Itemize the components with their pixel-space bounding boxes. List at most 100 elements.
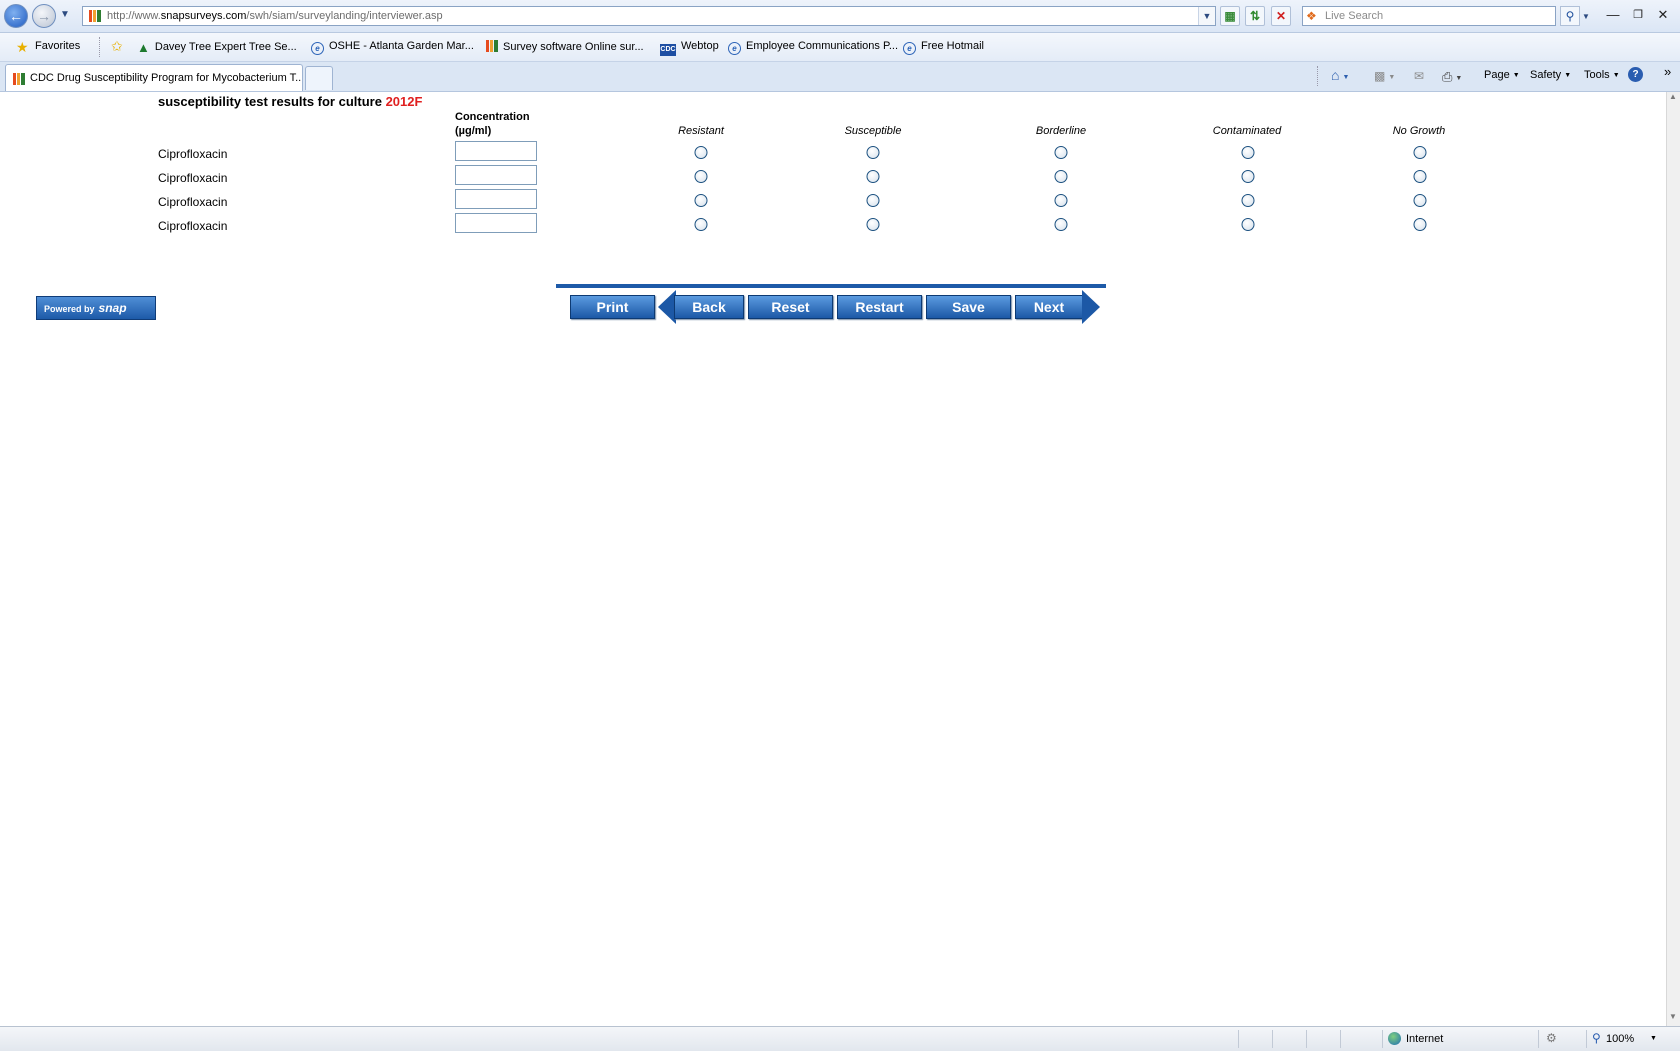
table-row: Ciprofloxacin: [0, 165, 1666, 189]
favorite-link-label: Employee Communications P...: [746, 40, 899, 52]
favorite-link-free-hotmail[interactable]: e Free Hotmail: [903, 40, 984, 55]
add-to-favorites-icon[interactable]: ✩: [111, 38, 123, 55]
refresh-icon[interactable]: ⇅: [1245, 6, 1265, 26]
stop-icon[interactable]: ✕: [1271, 6, 1291, 26]
recent-pages-dropdown-icon[interactable]: ▼: [60, 9, 70, 20]
zoom-level[interactable]: 100%: [1606, 1033, 1634, 1045]
site-favicon-icon: [89, 10, 101, 22]
address-dropdown-icon[interactable]: ▼: [1198, 7, 1215, 25]
ie-page-icon: e: [903, 42, 916, 55]
search-options-dropdown-icon[interactable]: ▼: [1582, 12, 1590, 21]
favorites-star-icon[interactable]: ★: [16, 39, 29, 56]
radio-no-growth[interactable]: [1413, 146, 1427, 159]
back-arrow-icon[interactable]: ←: [4, 4, 28, 28]
safety-menu[interactable]: Safety ▼: [1530, 69, 1571, 81]
favorite-link-webtop[interactable]: CDC Webtop: [660, 40, 719, 56]
more-commands-chevron-icon[interactable]: »: [1664, 64, 1671, 79]
page-menu[interactable]: Page ▼: [1484, 69, 1520, 81]
radio-contaminated[interactable]: [1241, 146, 1255, 159]
status-divider: [1586, 1030, 1587, 1048]
drug-name: Ciprofloxacin: [158, 171, 228, 185]
status-bar: Internet ⚙ ⚲ 100% ▼: [0, 1026, 1680, 1051]
tools-menu[interactable]: Tools ▼: [1584, 69, 1620, 81]
favorite-link-davey-tree[interactable]: ▲ Davey Tree Expert Tree Se...: [137, 40, 297, 55]
favorite-link-survey-software[interactable]: Survey software Online sur...: [486, 40, 644, 53]
back-button[interactable]: Back: [674, 295, 744, 319]
radio-susceptible[interactable]: [866, 170, 880, 183]
command-bar-divider: [1317, 66, 1318, 86]
vertical-scrollbar[interactable]: [1666, 92, 1680, 1026]
protected-mode-icon[interactable]: ⚙: [1546, 1031, 1557, 1045]
radio-no-growth[interactable]: [1413, 170, 1427, 183]
drug-name: Ciprofloxacin: [158, 219, 228, 233]
scroll-down-icon[interactable]: ▼: [1666, 1012, 1680, 1026]
address-field[interactable]: http://www.snapsurveys.com/swh/siam/surv…: [82, 6, 1216, 26]
radio-borderline[interactable]: [1054, 170, 1068, 183]
home-icon[interactable]: ⌂ ▼: [1331, 67, 1349, 83]
radio-contaminated[interactable]: [1241, 194, 1255, 207]
search-icon[interactable]: ⚲: [1560, 6, 1580, 26]
print-icon[interactable]: ⎙ ▼: [1442, 69, 1462, 85]
minimize-icon[interactable]: —: [1604, 6, 1622, 24]
close-icon[interactable]: ✕: [1654, 6, 1672, 24]
radio-no-growth[interactable]: [1413, 194, 1427, 207]
safety-menu-label: Safety: [1530, 69, 1562, 81]
column-header-resistant: Resistant: [678, 125, 724, 137]
favorites-divider: [99, 37, 100, 57]
radio-resistant[interactable]: [694, 170, 708, 183]
radio-borderline[interactable]: [1054, 218, 1068, 231]
next-button[interactable]: Next: [1015, 295, 1083, 319]
radio-borderline[interactable]: [1054, 194, 1068, 207]
radio-susceptible[interactable]: [866, 218, 880, 231]
print-button[interactable]: Print: [570, 295, 655, 319]
url-host-prefix: http://www.: [107, 10, 161, 22]
restart-button[interactable]: Restart: [837, 295, 922, 319]
button-bar-divider: [556, 284, 1106, 288]
favorites-button[interactable]: Favorites: [35, 40, 80, 52]
next-arrow-icon[interactable]: [1082, 290, 1100, 324]
radio-resistant[interactable]: [694, 146, 708, 159]
reset-button[interactable]: Reset: [748, 295, 833, 319]
page-title: susceptibility test results for culture …: [158, 94, 422, 109]
tab-active[interactable]: CDC Drug Susceptibility Program for Myco…: [5, 64, 303, 91]
concentration-input[interactable]: [455, 165, 537, 185]
concentration-input[interactable]: [455, 213, 537, 233]
favorites-bar: ★ Favorites ✩ ▲ Davey Tree Expert Tree Se…: [0, 33, 1680, 62]
status-divider: [1238, 1030, 1239, 1048]
powered-by-label: Powered by: [44, 304, 95, 314]
radio-resistant[interactable]: [694, 218, 708, 231]
compatibility-view-icon[interactable]: ▦: [1220, 6, 1240, 26]
security-zone-label[interactable]: Internet: [1406, 1033, 1443, 1045]
feeds-icon[interactable]: ▩ ▼: [1374, 69, 1395, 83]
address-toolbar: ← → ▼ http://www.snapsurveys.com/swh/sia…: [0, 0, 1680, 33]
zoom-dropdown-icon[interactable]: ▼: [1650, 1035, 1657, 1042]
status-divider: [1306, 1030, 1307, 1048]
radio-contaminated[interactable]: [1241, 170, 1255, 183]
radio-resistant[interactable]: [694, 194, 708, 207]
concentration-input[interactable]: [455, 189, 537, 209]
column-header-no-growth: No Growth: [1392, 125, 1446, 137]
scroll-up-icon[interactable]: ▲: [1666, 92, 1680, 106]
radio-susceptible[interactable]: [866, 146, 880, 159]
radio-no-growth[interactable]: [1413, 218, 1427, 231]
favorite-link-label: Webtop: [681, 40, 719, 52]
favorite-link-employee-communications[interactable]: e Employee Communications P...: [728, 40, 898, 55]
favorite-link-oshe[interactable]: e OSHE - Atlanta Garden Mar...: [311, 40, 474, 55]
save-button[interactable]: Save: [926, 295, 1011, 319]
radio-susceptible[interactable]: [866, 194, 880, 207]
help-icon[interactable]: ?: [1628, 67, 1643, 82]
live-search-logo-icon: ❖: [1306, 9, 1317, 23]
mail-icon[interactable]: ✉: [1414, 69, 1424, 83]
snap-logo: snap: [98, 301, 127, 315]
restore-icon[interactable]: ❐: [1629, 6, 1647, 24]
forward-arrow-icon[interactable]: →: [32, 4, 56, 28]
radio-borderline[interactable]: [1054, 146, 1068, 159]
column-header-borderline: Borderline: [1035, 125, 1087, 137]
new-tab-button[interactable]: [305, 66, 333, 90]
search-input[interactable]: [1302, 6, 1556, 26]
radio-contaminated[interactable]: [1241, 218, 1255, 231]
url-path: /swh/siam/surveylanding/interviewer.asp: [246, 10, 443, 22]
concentration-input[interactable]: [455, 141, 537, 161]
powered-by-snap-badge[interactable]: Powered by snap: [36, 296, 156, 320]
zoom-icon[interactable]: ⚲: [1592, 1031, 1601, 1045]
